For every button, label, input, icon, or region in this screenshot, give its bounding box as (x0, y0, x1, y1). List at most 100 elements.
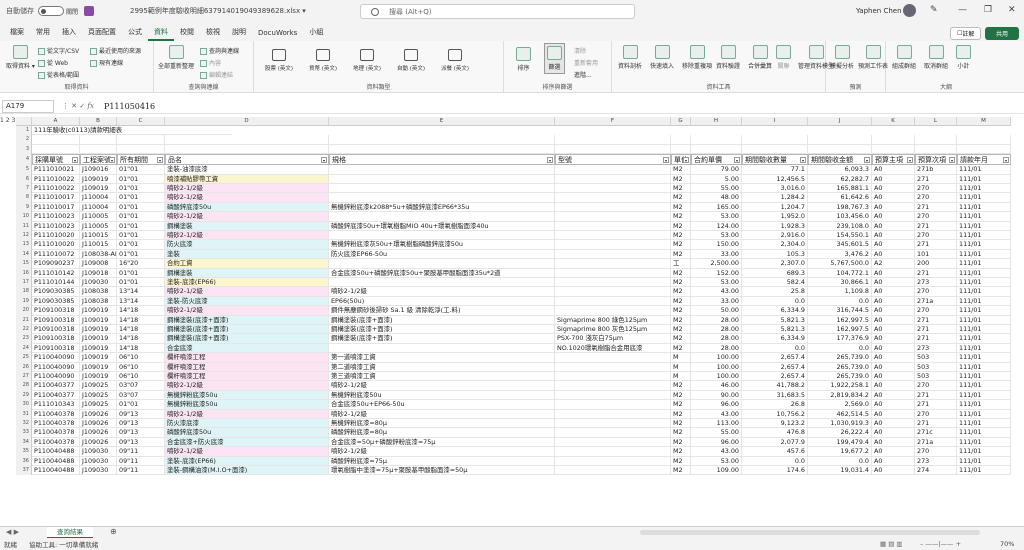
cell[interactable]: 270 (915, 193, 957, 203)
cell[interactable]: 26,222.4 (808, 428, 872, 438)
column-filter-header[interactable]: 合約單價 ▾ (691, 154, 742, 166)
cell[interactable]: 14"18 (117, 325, 165, 335)
cell[interactable]: P110040090 (32, 372, 80, 382)
cell[interactable]: 0.0 (742, 296, 808, 307)
cell[interactable]: 無機鋅粉底漆50u (165, 400, 329, 410)
cell[interactable]: 0.0 (742, 456, 808, 466)
cell[interactable]: 3,016.0 (742, 184, 808, 194)
cell[interactable]: 欄杆噴漆工程 (165, 372, 329, 382)
cell[interactable]: 61,642.6 (808, 193, 872, 203)
cell[interactable]: 270 (915, 306, 957, 316)
cell[interactable]: A0 (872, 325, 915, 335)
cell[interactable]: P109100318 (32, 343, 80, 354)
cell[interactable]: 06"10 (117, 372, 165, 382)
cell[interactable]: M2 (671, 437, 691, 448)
column-filter-header[interactable]: 品名 ▾ (165, 154, 329, 166)
cell[interactable]: A0 (872, 419, 915, 429)
cell[interactable]: 塗裝-底漆(EP66) (165, 278, 329, 288)
cell[interactable]: 270 (915, 287, 957, 297)
cell[interactable]: J108038-AD (80, 249, 117, 260)
cell[interactable]: 111/01 (957, 456, 1011, 466)
column-filter-header[interactable]: 採購單號 ▾ (32, 154, 80, 166)
cell[interactable] (329, 144, 555, 155)
cell[interactable]: M (671, 353, 691, 363)
cell[interactable]: 2,307.0 (742, 259, 808, 269)
row-header[interactable]: 36 (16, 456, 32, 466)
cell[interactable]: P109030385 (32, 296, 80, 307)
cell[interactable]: J108038 (80, 296, 117, 307)
cell[interactable] (80, 144, 117, 155)
sort-button[interactable]: 排序 (516, 47, 531, 72)
cell[interactable]: 111/01 (957, 419, 1011, 429)
file-name[interactable]: 2995範例年度驗收明細637914019049389628.xlsx ▾ (130, 6, 306, 16)
row-header[interactable]: 16 (16, 268, 32, 278)
row-header[interactable]: 5 (16, 165, 32, 175)
cell[interactable]: 環氧樹脂中塗漆=75μ+聚胺基甲酸脂面漆=50μ (329, 466, 555, 476)
cell[interactable]: 111/01 (957, 296, 1011, 307)
cell[interactable]: 01"01 (117, 231, 165, 241)
cell[interactable]: P109100318 (32, 306, 80, 316)
geography-type[interactable]: 地理 (英文) (348, 49, 386, 79)
row-header[interactable]: 33 (16, 428, 32, 438)
queries-connections-button[interactable]: 查詢與連線 (200, 46, 239, 55)
cell[interactable]: 100.00 (691, 362, 742, 372)
cell[interactable]: 無機鋅粉底漆=80μ (329, 419, 555, 429)
cell[interactable]: 111/01 (957, 193, 1011, 203)
cell[interactable]: 01"01 (117, 400, 165, 410)
cell[interactable] (872, 135, 915, 145)
row-header[interactable]: 11 (16, 221, 32, 231)
cell[interactable]: M (671, 372, 691, 382)
row-header[interactable]: 37 (16, 466, 32, 476)
column-header-i[interactable]: I (742, 117, 808, 126)
cell[interactable]: P109100318 (32, 334, 80, 344)
cell[interactable]: J109019 (80, 174, 117, 184)
cell[interactable]: 09"11 (117, 447, 165, 457)
cell[interactable]: 101 (915, 249, 957, 260)
cell[interactable]: P111010017 (32, 193, 80, 203)
cell[interactable]: 噴砂2-1/2級 (165, 447, 329, 457)
cell[interactable]: M2 (671, 287, 691, 297)
cell[interactable]: A0 (872, 193, 915, 203)
row-header[interactable]: 34 (16, 437, 32, 448)
cell[interactable]: 103,456.0 (808, 212, 872, 222)
cell[interactable] (957, 144, 1011, 155)
cell[interactable]: 111/01 (957, 381, 1011, 391)
cell[interactable]: M (671, 362, 691, 372)
cell[interactable]: 55.00 (691, 428, 742, 438)
cell[interactable]: 14"18 (117, 315, 165, 325)
cell[interactable] (555, 278, 671, 288)
row-header[interactable]: 13 (16, 240, 32, 250)
cell[interactable]: 14"18 (117, 306, 165, 316)
row-header[interactable]: 32 (16, 419, 32, 429)
cell[interactable]: 53.00 (691, 212, 742, 222)
row-header[interactable]: 20 (16, 306, 32, 316)
cell[interactable] (117, 135, 165, 145)
cell[interactable]: 100.00 (691, 372, 742, 382)
cell[interactable]: P111010142 (32, 268, 80, 278)
column-header-c[interactable]: C (117, 117, 165, 126)
cell[interactable]: 55.00 (691, 184, 742, 194)
cell[interactable]: 欄杆噴漆工程 (165, 353, 329, 363)
cell[interactable]: P110040377 (32, 390, 80, 401)
cell[interactable]: A0 (872, 447, 915, 457)
cell[interactable]: 合金底漆50u+磷酸鋅底漆50u+聚胺基甲酸脂面漆35u*2道 (329, 268, 555, 278)
column-header-g[interactable]: G (671, 117, 691, 126)
tab-7[interactable]: 檢視 (200, 27, 226, 41)
cell[interactable]: J109019 (80, 353, 117, 363)
cell[interactable]: J109026 (80, 419, 117, 429)
cell[interactable]: A0 (872, 315, 915, 325)
cell[interactable]: 31,683.5 (742, 390, 808, 401)
column-header-b[interactable]: B (80, 117, 117, 126)
filter-dropdown-icon[interactable]: ▾ (663, 157, 669, 164)
cell[interactable]: J109008 (80, 259, 117, 269)
cell[interactable]: M2 (671, 306, 691, 316)
cell[interactable]: 43.00 (691, 447, 742, 457)
cell[interactable]: P111010020 (32, 240, 80, 250)
cell[interactable]: 25.8 (742, 287, 808, 297)
cell[interactable]: J109019 (80, 334, 117, 344)
automatic-type[interactable]: 自動 (英文) (392, 49, 430, 79)
cell[interactable]: J110015 (80, 240, 117, 250)
cell[interactable]: 271 (915, 221, 957, 231)
cell[interactable] (555, 428, 671, 438)
cell[interactable]: 165.00 (691, 202, 742, 213)
